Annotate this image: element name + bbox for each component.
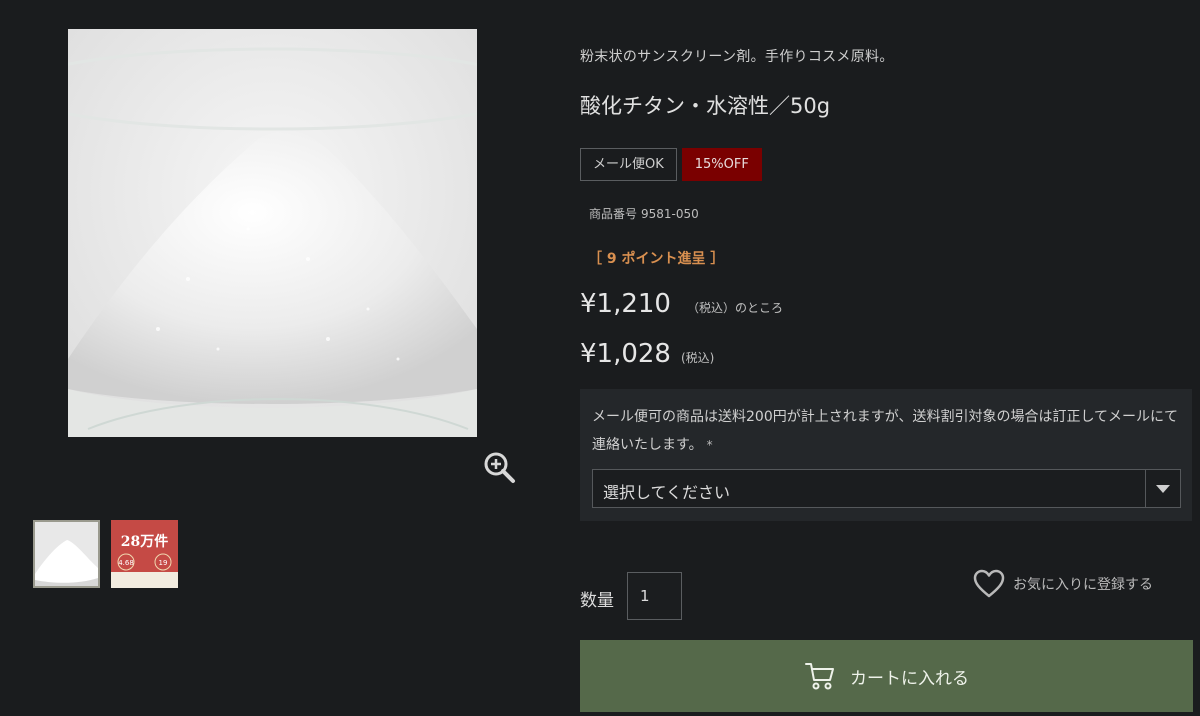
thumb2-count: 19 [159,559,168,567]
select-value: 選択してください [603,483,731,502]
chevron-down-icon [1156,484,1170,493]
cart-icon [805,663,834,690]
points-award: ［ 9 ポイント進呈 ］ [588,251,725,267]
heart-icon [973,569,1005,598]
mail-ok-badge: メール便OK [580,148,677,181]
add-to-favorites-link[interactable]: お気に入りに登録する [973,569,1153,599]
sku-label: 商品番号 [589,207,638,221]
zoom-button[interactable] [482,450,516,484]
discount-badge: 15%OFF [681,148,762,181]
shipping-option-box: メール便可の商品は送料200円が計上されますが、送料割引対象の場合は訂正してメー… [580,389,1192,521]
shipping-option-label: メール便可の商品は送料200円が計上されますが、送料割引対象の場合は訂正してメー… [592,403,1184,459]
add-to-cart-button[interactable]: カートに入れる [580,640,1193,712]
quantity-label: 数量 [580,591,614,611]
shipping-option-text: メール便可の商品は送料200円が計上されますが、送料割引対象の場合は訂正してメー… [592,409,1179,453]
thumbnail-1[interactable] [33,520,100,588]
thumbnail-2[interactable]: 28万件 4.68 19 [111,520,178,588]
product-subtitle: 粉末状のサンスクリーン剤。手作りコスメ原料。 [580,49,894,65]
quantity-input[interactable] [627,572,682,620]
shipping-option-select[interactable]: 選択してください [592,469,1181,508]
required-mark: * [706,438,713,452]
main-product-image[interactable] [68,29,477,437]
product-sku: 商品番号 9581-050 [589,205,703,222]
badge-group: メール便OK 15%OFF [580,148,762,181]
favorites-label: お気に入りに登録する [1013,577,1153,593]
zoom-in-icon [484,452,515,483]
sale-price-note: (税込) [680,351,715,365]
product-title: 酸化チタン・水溶性／50g [580,94,831,118]
original-price-note: （税込）のところ [686,301,783,315]
thumb2-headline: 28万件 [121,533,168,550]
thumb2-rating: 4.68 [118,559,134,567]
select-arrow[interactable] [1145,470,1180,507]
sale-price: ¥1,028 [580,339,671,369]
sale-price-row: ¥1,028 (税込) [580,339,714,369]
sku-value: 9581-050 [641,207,699,221]
original-price-row: ¥1,210 （税込）のところ [580,289,783,319]
original-price: ¥1,210 [580,289,671,319]
cart-button-label: カートに入れる [850,668,969,689]
